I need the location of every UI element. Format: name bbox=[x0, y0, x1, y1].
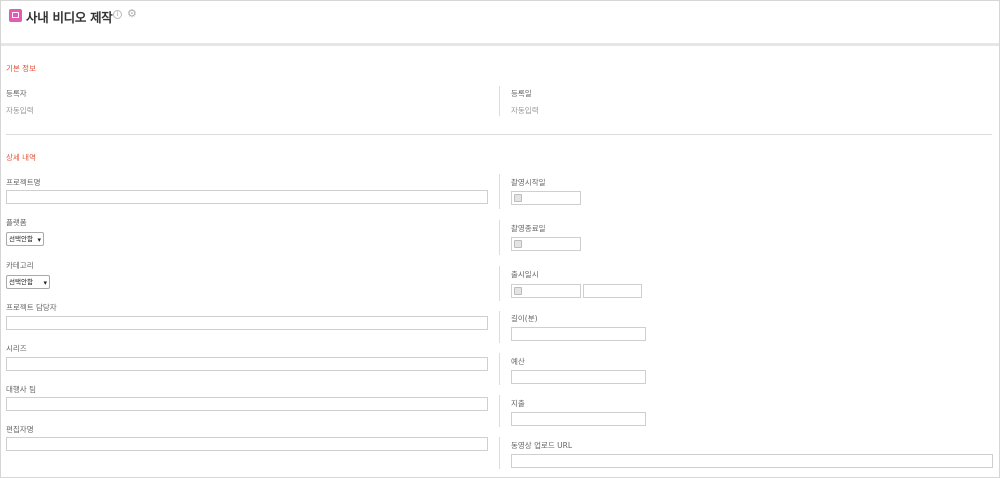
release-datetime-label: 출시일시 bbox=[511, 270, 539, 279]
expense-label: 지출 bbox=[511, 399, 525, 408]
agency-team-input[interactable] bbox=[6, 397, 488, 411]
editor-label: 편집자명 bbox=[6, 425, 34, 434]
length-label: 길이(분) bbox=[511, 314, 538, 323]
column-divider bbox=[499, 353, 500, 385]
shoot-start-label: 촬영시작일 bbox=[511, 178, 546, 187]
video-url-label: 동영상 업로드 URL bbox=[511, 441, 573, 450]
page-title: 사내 비디오 제작 bbox=[26, 10, 113, 25]
release-date-input[interactable] bbox=[511, 284, 581, 298]
calendar-icon[interactable] bbox=[514, 287, 522, 295]
section-divider bbox=[6, 134, 992, 135]
gear-icon[interactable]: ⚙ bbox=[127, 8, 137, 20]
calendar-icon[interactable] bbox=[514, 240, 522, 248]
section-title-detail: 상세 내역 bbox=[6, 153, 36, 162]
video-url-input[interactable] bbox=[511, 454, 993, 468]
expense-input[interactable] bbox=[511, 412, 646, 426]
section-title-basic: 기본 정보 bbox=[6, 64, 36, 73]
reg-date-label: 등록일 bbox=[511, 89, 532, 98]
shoot-start-input[interactable] bbox=[511, 191, 581, 205]
app-icon bbox=[9, 9, 22, 22]
length-input[interactable] bbox=[511, 327, 646, 341]
category-select[interactable]: 선택안함 ▾ bbox=[6, 275, 50, 289]
project-name-label: 프로젝트명 bbox=[6, 178, 41, 187]
column-divider bbox=[499, 437, 500, 469]
project-manager-input[interactable] bbox=[6, 316, 488, 330]
chevron-down-icon: ▾ bbox=[43, 279, 47, 287]
column-divider bbox=[499, 395, 500, 427]
registrant-label: 등록자 bbox=[6, 89, 27, 98]
platform-select[interactable]: 선택안함 ▾ bbox=[6, 232, 44, 246]
info-icon[interactable]: i bbox=[113, 10, 122, 19]
header-divider bbox=[1, 43, 999, 46]
platform-select-value: 선택안함 bbox=[9, 235, 33, 243]
chevron-down-icon: ▾ bbox=[37, 236, 41, 244]
shoot-end-input[interactable] bbox=[511, 237, 581, 251]
budget-input[interactable] bbox=[511, 370, 646, 384]
column-divider bbox=[499, 86, 500, 116]
editor-input[interactable] bbox=[6, 437, 488, 451]
project-name-input[interactable] bbox=[6, 190, 488, 204]
registrant-value: 자동입력 bbox=[6, 106, 34, 115]
column-divider bbox=[499, 311, 500, 343]
release-time-input[interactable] bbox=[583, 284, 642, 298]
page-header: 사내 비디오 제작 i ⚙ bbox=[1, 1, 999, 43]
category-select-value: 선택안함 bbox=[9, 278, 33, 286]
series-label: 시리즈 bbox=[6, 344, 27, 353]
platform-label: 플랫폼 bbox=[6, 218, 27, 227]
column-divider bbox=[499, 266, 500, 301]
series-input[interactable] bbox=[6, 357, 488, 371]
shoot-end-label: 촬영종료일 bbox=[511, 224, 546, 233]
column-divider bbox=[499, 220, 500, 255]
budget-label: 예산 bbox=[511, 357, 525, 366]
calendar-icon[interactable] bbox=[514, 194, 522, 202]
column-divider bbox=[499, 174, 500, 209]
project-manager-label: 프로젝트 담당자 bbox=[6, 303, 57, 312]
agency-team-label: 대행사 팀 bbox=[6, 385, 36, 394]
category-label: 카테고리 bbox=[6, 261, 34, 270]
reg-date-value: 자동입력 bbox=[511, 106, 539, 115]
